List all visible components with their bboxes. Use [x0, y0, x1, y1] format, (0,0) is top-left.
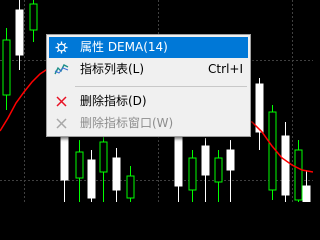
candle-body [302, 185, 311, 202]
candle-body [75, 151, 84, 179]
candle-body [29, 3, 38, 31]
candle-body [112, 157, 121, 191]
menu-separator [75, 86, 247, 87]
candle-body [226, 149, 235, 171]
candle-body [214, 157, 223, 183]
candle-body [2, 39, 11, 96]
menu-item-label: 删除指标(D) [80, 94, 147, 108]
candle-body [281, 135, 290, 196]
context-menu: 属性 DEMA(14) 指标列表(L) Ctrl+I 删除指标(D) 删除指标窗… [46, 34, 251, 137]
menu-item-delete-indicator[interactable]: 删除指标(D) [49, 91, 248, 112]
candle-body [201, 145, 210, 176]
menu-item-label: 删除指标窗口(W) [80, 116, 174, 130]
candle-body [294, 149, 303, 201]
menu-item-label: 指标列表(L) [80, 62, 145, 76]
candle-body [15, 9, 24, 56]
candle-body [255, 83, 264, 133]
menu-item-properties[interactable]: 属性 DEMA(14) [49, 37, 248, 58]
menu-item-indicator-list[interactable]: 指标列表(L) Ctrl+I [49, 59, 248, 80]
candle-body [99, 141, 108, 173]
candle-body [188, 157, 197, 191]
candle-body [87, 159, 96, 199]
menu-item-delete-indicator-window[interactable]: 删除指标窗口(W) [49, 113, 248, 134]
delete-x-gray-icon [56, 118, 67, 129]
gear-icon [55, 41, 68, 54]
candle-body [268, 111, 277, 191]
delete-x-icon [56, 96, 67, 107]
indicator-list-icon [54, 64, 69, 75]
menu-item-label: 属性 DEMA(14) [80, 40, 168, 54]
candle-body [126, 175, 135, 199]
candle-body [174, 134, 183, 187]
menu-item-shortcut: Ctrl+I [208, 62, 243, 76]
